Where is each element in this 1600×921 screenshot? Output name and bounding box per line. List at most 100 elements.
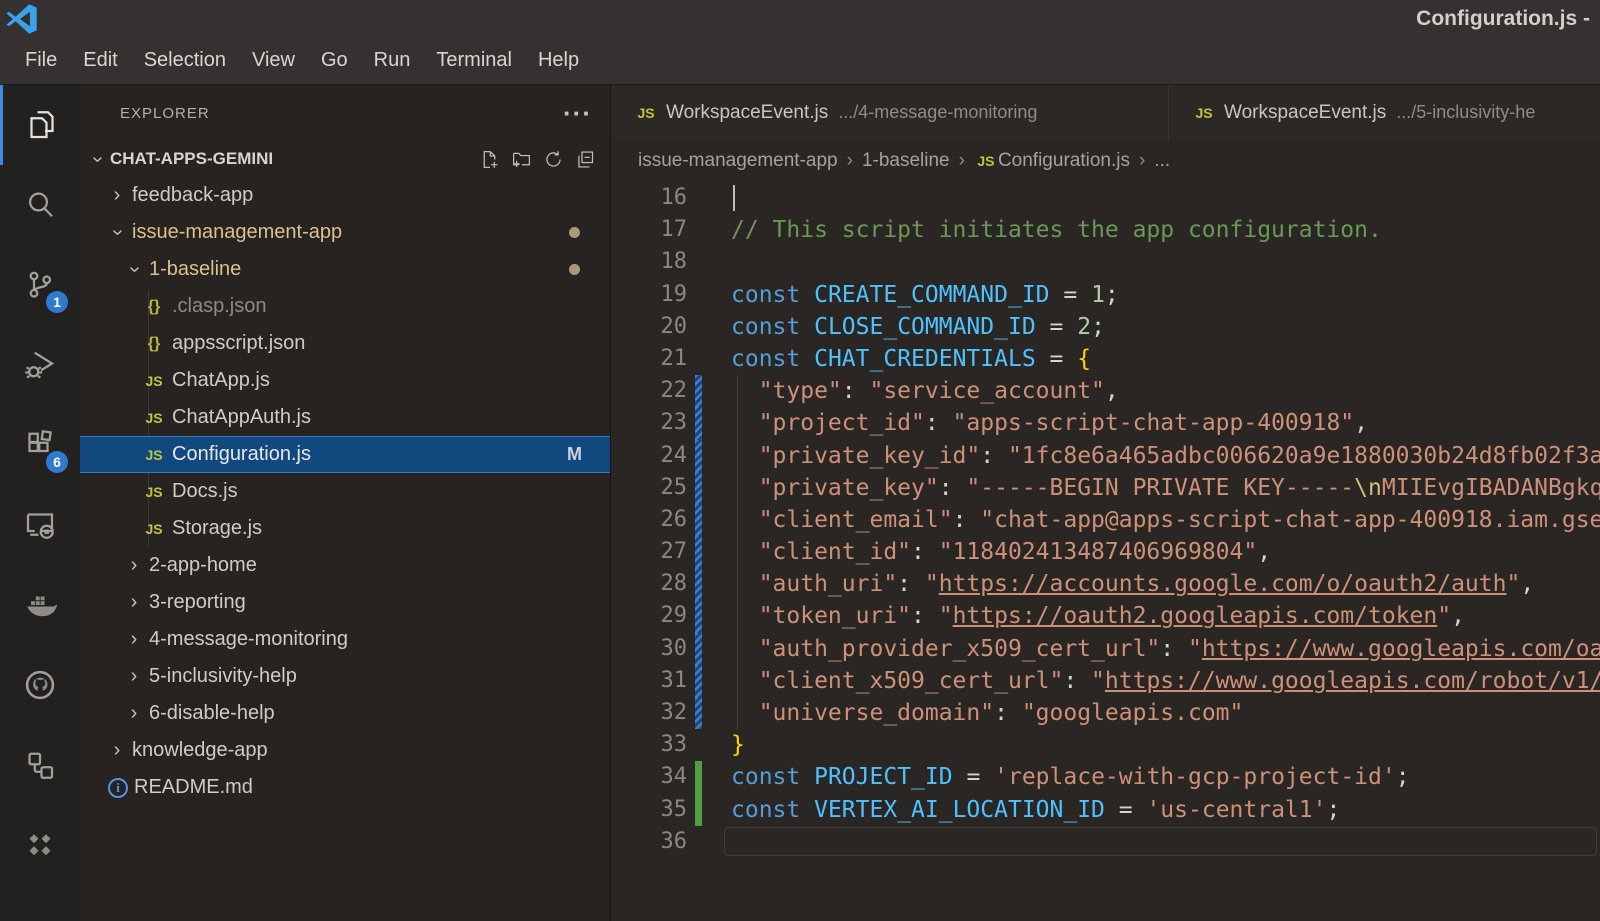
code-line-35[interactable]: 35const VERTEX_AI_LOCATION_ID = 'us-cent… (611, 794, 1600, 826)
line-number[interactable]: 26 (611, 504, 687, 536)
breadcrumb-folder[interactable]: issue-management-app (638, 150, 838, 172)
menu-run[interactable]: Run (361, 43, 424, 78)
tree-item--clasp-json[interactable]: .clasp.json (80, 288, 610, 325)
tree-item-5-inclusivity-help[interactable]: 5-inclusivity-help (80, 658, 610, 695)
line-number[interactable]: 18 (611, 246, 687, 278)
tree-item-chatappauth-js[interactable]: ChatAppAuth.js (80, 399, 610, 436)
tree-item-storage-js[interactable]: Storage.js (80, 510, 610, 547)
md-file-icon (108, 778, 128, 798)
source-control-icon[interactable]: 1 (0, 245, 80, 325)
extensions-icon[interactable]: 6 (0, 405, 80, 485)
line-number[interactable]: 20 (611, 311, 687, 343)
menu-edit[interactable]: Edit (70, 43, 130, 78)
tree-item-issue-management-app[interactable]: issue-management-app (80, 214, 610, 251)
tree-item-label: Docs.js (172, 480, 238, 503)
git-gutter-modified (695, 600, 702, 632)
line-number[interactable]: 31 (611, 665, 687, 697)
run-and-debug-icon[interactable] (0, 325, 80, 405)
line-number[interactable]: 28 (611, 568, 687, 600)
collapse-folders-icon[interactable] (575, 149, 596, 170)
line-number[interactable]: 24 (611, 440, 687, 472)
code-line-16[interactable]: 16 (611, 182, 1600, 214)
remote-explorer-icon[interactable] (0, 485, 80, 565)
code-line-33[interactable]: 33} (611, 729, 1600, 761)
code-line-25[interactable]: 25 "private_key": "-----BEGIN PRIVATE KE… (611, 472, 1600, 504)
explorer-icon[interactable] (0, 85, 80, 165)
line-number[interactable]: 32 (611, 697, 687, 729)
linked-squares-extension-icon[interactable] (0, 725, 80, 805)
code-text: "auth_uri": "https://accounts.google.com… (731, 568, 1534, 600)
tree-item-readme-md[interactable]: README.md (80, 769, 610, 806)
docker-icon[interactable] (0, 565, 80, 645)
menu-view[interactable]: View (239, 43, 308, 78)
code-line-20[interactable]: 20const CLOSE_COMMAND_ID = 2; (611, 311, 1600, 343)
tree-item-1-baseline[interactable]: 1-baseline (80, 251, 610, 288)
menu-go[interactable]: Go (308, 43, 361, 78)
code-editor[interactable]: 1617// This script initiates the app con… (611, 182, 1600, 921)
code-line-18[interactable]: 18 (611, 246, 1600, 278)
new-folder-icon[interactable] (511, 149, 532, 170)
code-line-23[interactable]: 23 "project_id": "apps-script-chat-app-4… (611, 407, 1600, 439)
tree-item-knowledge-app[interactable]: knowledge-app (80, 732, 610, 769)
code-line-32[interactable]: 32 "universe_domain": "googleapis.com" (611, 697, 1600, 729)
menu-selection[interactable]: Selection (131, 43, 239, 78)
breadcrumb-file[interactable]: Configuration.js (974, 150, 1130, 172)
tree-item-3-reporting[interactable]: 3-reporting (80, 584, 610, 621)
menu-help[interactable]: Help (525, 43, 592, 78)
breadcrumb-folder[interactable]: 1-baseline (862, 150, 950, 172)
line-number[interactable]: 29 (611, 600, 687, 632)
code-line-36[interactable]: 36 (611, 826, 1600, 858)
tree-item-feedback-app[interactable]: feedback-app (80, 177, 610, 214)
tree-item-2-app-home[interactable]: 2-app-home (80, 547, 610, 584)
line-number[interactable]: 19 (611, 279, 687, 311)
tree-item-appsscript-json[interactable]: appsscript.json (80, 325, 610, 362)
github-icon[interactable] (0, 645, 80, 725)
menu-terminal[interactable]: Terminal (423, 43, 525, 78)
tree-item-configuration-js[interactable]: Configuration.jsM (80, 436, 610, 473)
code-line-17[interactable]: 17// This script initiates the app confi… (611, 214, 1600, 246)
breadcrumb-symbol[interactable]: ... (1154, 150, 1170, 172)
code-line-34[interactable]: 34const PROJECT_ID = 'replace-with-gcp-p… (611, 761, 1600, 793)
diamonds-extension-icon[interactable] (0, 805, 80, 885)
line-number[interactable]: 34 (611, 761, 687, 793)
line-number[interactable]: 21 (611, 343, 687, 375)
code-line-24[interactable]: 24 "private_key_id": "1fc8e6a465adbc0066… (611, 440, 1600, 472)
code-line-21[interactable]: 21const CHAT_CREDENTIALS = { (611, 343, 1600, 375)
line-number[interactable]: 35 (611, 794, 687, 826)
code-line-27[interactable]: 27 "client_id": "118402413487406969804", (611, 536, 1600, 568)
line-number[interactable]: 33 (611, 729, 687, 761)
menu-file[interactable]: File (12, 43, 70, 78)
tree-item-label: .clasp.json (172, 295, 267, 318)
line-number[interactable]: 16 (611, 182, 687, 214)
line-number[interactable]: 36 (611, 826, 687, 858)
line-number[interactable]: 25 (611, 472, 687, 504)
workspace-section-header[interactable]: CHAT-APPS-GEMINI (80, 141, 610, 177)
more-actions-icon[interactable] (563, 108, 592, 118)
code-line-31[interactable]: 31 "client_x509_cert_url": "https://www.… (611, 665, 1600, 697)
line-number[interactable]: 17 (611, 214, 687, 246)
tree-item-docs-js[interactable]: Docs.js (80, 473, 610, 510)
line-number[interactable]: 22 (611, 375, 687, 407)
line-number[interactable]: 23 (611, 407, 687, 439)
code-line-28[interactable]: 28 "auth_uri": "https://accounts.google.… (611, 568, 1600, 600)
refresh-icon[interactable] (543, 149, 564, 170)
code-line-19[interactable]: 19const CREATE_COMMAND_ID = 1; (611, 279, 1600, 311)
tree-item-label: Storage.js (172, 517, 262, 540)
code-line-26[interactable]: 26 "client_email": "chat-app@apps-script… (611, 504, 1600, 536)
line-number[interactable]: 27 (611, 536, 687, 568)
chevron-down-icon (108, 221, 126, 244)
search-icon[interactable] (0, 165, 80, 245)
code-line-29[interactable]: 29 "token_uri": "https://oauth2.googleap… (611, 600, 1600, 632)
tree-item-6-disable-help[interactable]: 6-disable-help (80, 695, 610, 732)
extensions-badge: 6 (46, 451, 68, 473)
js-file-icon (974, 153, 998, 169)
tab-workspaceevent-5-inclusivity-help[interactable]: WorkspaceEvent.js .../5-inclusivity-he (1169, 85, 1600, 140)
git-gutter-modified (695, 375, 702, 407)
line-number[interactable]: 30 (611, 633, 687, 665)
code-line-22[interactable]: 22 "type": "service_account", (611, 375, 1600, 407)
new-file-icon[interactable] (479, 149, 500, 170)
tree-item-4-message-monitoring[interactable]: 4-message-monitoring (80, 621, 610, 658)
tab-workspaceevent-4-message-monitoring[interactable]: WorkspaceEvent.js .../4-message-monitori… (611, 85, 1169, 140)
code-line-30[interactable]: 30 "auth_provider_x509_cert_url": "https… (611, 633, 1600, 665)
tree-item-chatapp-js[interactable]: ChatApp.js (80, 362, 610, 399)
